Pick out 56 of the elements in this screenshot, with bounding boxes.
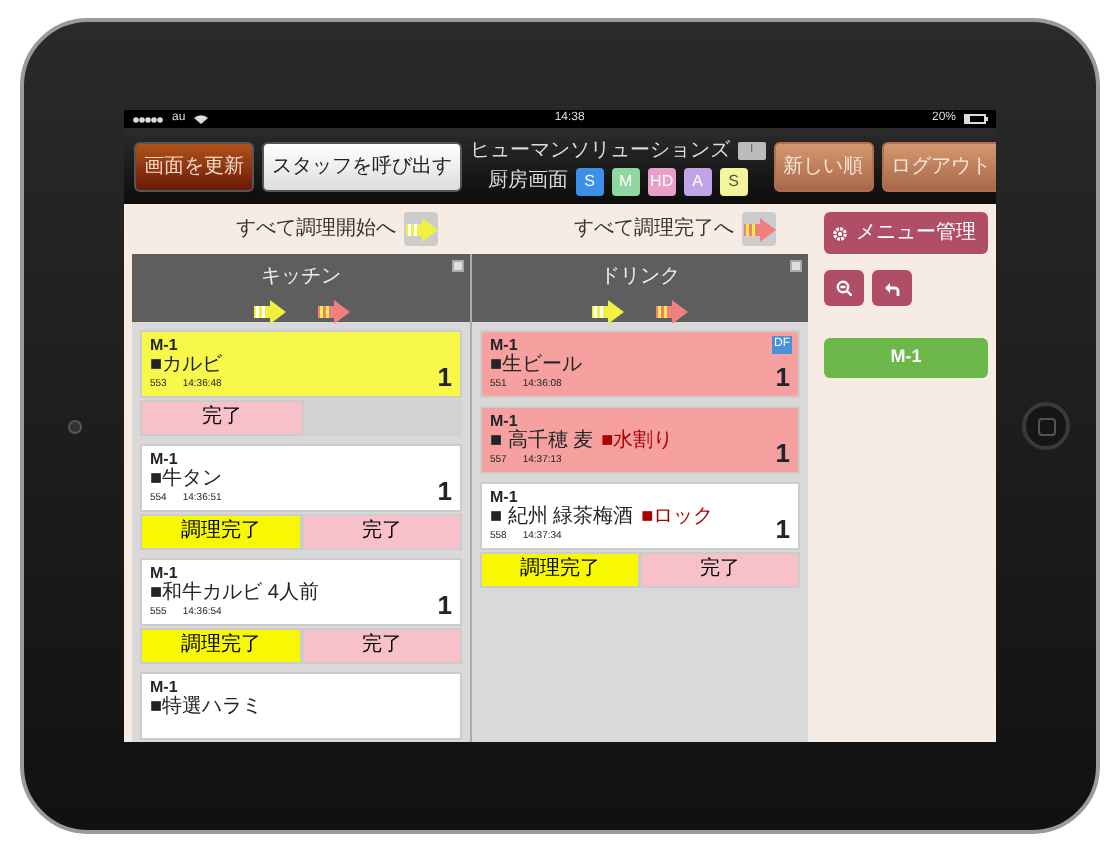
cooked-button[interactable]: 調理完了 bbox=[140, 514, 301, 550]
signal-icon bbox=[132, 115, 164, 123]
table-number: M-1 bbox=[150, 678, 178, 696]
quantity: 1 bbox=[775, 440, 790, 468]
done-button[interactable]: 完了 bbox=[640, 552, 800, 588]
item-name: ■和牛カルビ 4人前 bbox=[150, 582, 319, 606]
gear-icon bbox=[832, 225, 848, 241]
column-title: キッチン bbox=[261, 264, 341, 292]
quantity: 1 bbox=[437, 478, 452, 506]
home-button[interactable] bbox=[1022, 402, 1070, 450]
bulk-action-label: すべて調理完了へ bbox=[574, 215, 734, 244]
quantity: 1 bbox=[437, 364, 452, 392]
wifi-icon bbox=[193, 114, 208, 124]
item-option: ■水割り bbox=[601, 430, 674, 454]
battery-icon bbox=[964, 114, 988, 124]
arrow-icon bbox=[405, 217, 437, 241]
cooked-button[interactable]: 調理完了 bbox=[480, 552, 640, 588]
filter-button[interactable]: S bbox=[719, 167, 748, 195]
table-number: M-1 bbox=[150, 450, 178, 468]
bulk-action-label: すべて調理開始へ bbox=[236, 215, 396, 244]
start-all-button[interactable] bbox=[404, 212, 438, 246]
item-name: ■生ビール bbox=[490, 354, 583, 378]
table-number: M-1 bbox=[490, 488, 518, 506]
menu-manage-label: メニュー管理 bbox=[856, 220, 976, 248]
refresh-button[interactable]: 画面を更新 bbox=[134, 141, 254, 191]
call-staff-button[interactable]: スタッフを呼び出す bbox=[262, 141, 462, 191]
item-name: ■特選ハラミ bbox=[150, 696, 263, 720]
done-button[interactable]: 完了 bbox=[301, 514, 462, 550]
quantity: 1 bbox=[437, 592, 452, 620]
back-button[interactable] bbox=[872, 270, 912, 306]
item-name: ■カルビ bbox=[150, 354, 223, 378]
table-number: M-1 bbox=[150, 336, 178, 354]
zoom-out-icon bbox=[836, 280, 852, 296]
column-title: ドリンク bbox=[600, 264, 680, 292]
quantity: 1 bbox=[775, 364, 790, 392]
done-button[interactable]: 完了 bbox=[140, 400, 303, 436]
camera-dot bbox=[67, 419, 81, 433]
zoom-out-button[interactable] bbox=[824, 270, 864, 306]
table-number: M-1 bbox=[490, 336, 518, 354]
quantity: 1 bbox=[775, 516, 790, 544]
item-name: ■牛タン bbox=[150, 468, 223, 492]
item-name: ■ 紀州 緑茶梅酒 bbox=[490, 506, 634, 530]
app-title: ヒューマンソリューションズ bbox=[470, 138, 730, 166]
cooked-button[interactable]: 調理完了 bbox=[140, 628, 301, 664]
order-card[interactable]: M-1 ■特選ハラミ bbox=[140, 672, 462, 740]
screen-subtitle: 厨房画面 bbox=[487, 167, 568, 196]
menu-manage-button[interactable]: メニュー管理 bbox=[824, 212, 988, 254]
arrow-icon bbox=[743, 217, 775, 241]
table-number: M-1 bbox=[490, 412, 518, 430]
item-name: ■ 高千穂 麦 bbox=[490, 430, 594, 454]
item-option: ■ロック bbox=[641, 506, 714, 530]
table-number: M-1 bbox=[150, 564, 178, 582]
done-button[interactable]: 完了 bbox=[301, 628, 462, 664]
back-arrow-icon bbox=[884, 281, 900, 295]
column-checkbox[interactable] bbox=[452, 260, 464, 272]
column-checkbox[interactable] bbox=[790, 260, 802, 272]
